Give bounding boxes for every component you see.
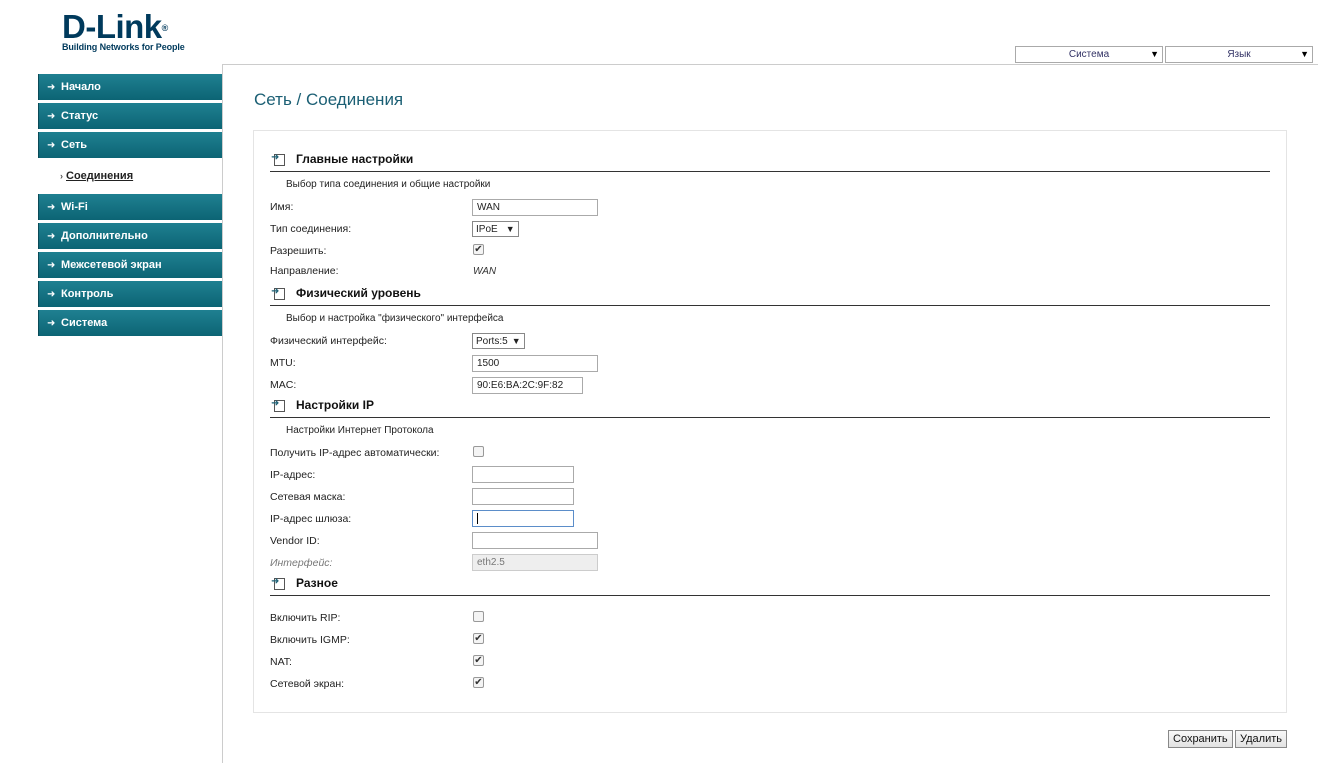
section-title: Настройки IP [296, 398, 374, 412]
bullet-icon: › [60, 171, 63, 181]
arrow-right-icon: ➜ [47, 289, 56, 300]
sidebar-item-label: Контроль [61, 288, 114, 300]
mtu-input[interactable]: 1500 [472, 355, 598, 372]
sidebar-item-label: Начало [61, 81, 101, 93]
rip-label: Включить RIP: [270, 612, 341, 624]
name-input[interactable]: WAN [472, 199, 598, 216]
igmp-label: Включить IGMP: [270, 634, 350, 646]
nat-checkbox[interactable]: ✔ [473, 655, 484, 666]
direction-label: Направление: [270, 265, 339, 277]
section-arrow-icon [271, 576, 285, 590]
firewall-checkbox[interactable]: ✔ [473, 677, 484, 688]
system-select[interactable]: Система ▼ [1015, 46, 1163, 63]
mac-label: MAC: [270, 379, 297, 391]
arrow-right-icon: ➜ [47, 260, 56, 271]
gateway-input[interactable] [472, 510, 574, 527]
arrow-right-icon: ➜ [47, 318, 56, 329]
logo-registered-mark: ® [161, 23, 169, 33]
chevron-down-icon: ▼ [511, 336, 521, 346]
interface-label: Интерфейс: [270, 557, 333, 569]
page-title: Сеть / Соединения [254, 90, 404, 109]
mac-input[interactable]: 90:E6:BA:2C:9F:82 [472, 377, 583, 394]
vendor-id-input[interactable] [472, 532, 598, 549]
sidebar: ➜ Начало ➜ Статус ➜ Сеть › Соединения ➜ Wi-Fi… [38, 74, 222, 339]
section-arrow-icon [271, 286, 285, 300]
sidebar-item-label: Wi-Fi [61, 201, 88, 213]
sidebar-item-network[interactable]: ➜ Сеть [38, 132, 222, 158]
section-desc: Настройки Интернет Протокола [286, 425, 434, 436]
header-divider [222, 64, 1318, 65]
section-arrow-icon [271, 398, 285, 412]
connection-type-value: IPoE [476, 224, 498, 235]
sidebar-item-label: Межсетевой экран [61, 259, 162, 271]
sidebar-item-firewall[interactable]: ➜ Межсетевой экран [38, 252, 222, 278]
mtu-label: MTU: [270, 357, 296, 369]
chevron-down-icon: ▼ [1150, 49, 1159, 59]
system-select-label: Система [1068, 49, 1110, 60]
sidebar-item-label: Статус [61, 110, 99, 122]
section-title: Главные настройки [296, 152, 414, 166]
section-title: Разное [296, 576, 338, 590]
nat-label: NAT: [270, 656, 292, 668]
enable-label: Разрешить: [270, 245, 327, 257]
sidebar-item-system[interactable]: ➜ Система [38, 310, 222, 336]
netmask-input[interactable] [472, 488, 574, 505]
sidebar-item-label: Дополнительно [61, 230, 148, 242]
arrow-right-icon: ➜ [47, 82, 56, 93]
direction-value: WAN [473, 266, 497, 277]
sidebar-item-control[interactable]: ➜ Контроль [38, 281, 222, 307]
enable-checkbox[interactable]: ✔ [473, 244, 484, 255]
section-desc: Выбор типа соединения и общие настройки [286, 179, 491, 190]
language-select[interactable]: Язык ▼ [1165, 46, 1313, 63]
sidebar-divider [222, 64, 223, 763]
ip-address-input[interactable] [472, 466, 574, 483]
arrow-right-icon: ➜ [47, 202, 56, 213]
chevron-down-icon: ▼ [505, 224, 515, 234]
save-button[interactable]: Сохранить [1168, 730, 1233, 748]
phys-iface-select[interactable]: Ports:5 ▼ [472, 333, 525, 349]
arrow-right-icon: ➜ [47, 111, 56, 122]
section-arrow-icon [271, 152, 285, 166]
chevron-down-icon: ▼ [1300, 49, 1309, 59]
section-misc: Разное [270, 575, 1270, 596]
connection-type-select[interactable]: IPoE ▼ [472, 221, 519, 237]
logo-text: D-Link [62, 8, 162, 45]
text-caret [477, 512, 478, 524]
section-ip: Настройки IP [270, 397, 1270, 418]
connection-form-panel: Главные настройки Выбор типа соединения … [253, 130, 1287, 713]
igmp-checkbox[interactable]: ✔ [473, 633, 484, 644]
section-title: Физический уровень [296, 286, 421, 300]
netmask-label: Сетевая маска: [270, 491, 346, 503]
sidebar-item-advanced[interactable]: ➜ Дополнительно [38, 223, 222, 249]
auto-ip-label: Получить IP-адрес автоматически: [270, 447, 440, 459]
auto-ip-checkbox[interactable] [473, 446, 484, 457]
gateway-label: IP-адрес шлюза: [270, 513, 352, 525]
phys-iface-label: Физический интерфейс: [270, 335, 387, 347]
firewall-label: Сетевой экран: [270, 678, 345, 690]
sidebar-item-label: Сеть [61, 139, 88, 151]
language-select-label: Язык [1227, 49, 1251, 60]
sidebar-item-status[interactable]: ➜ Статус [38, 103, 222, 129]
phys-iface-value: Ports:5 [476, 336, 508, 347]
rip-checkbox[interactable] [473, 611, 484, 622]
sidebar-subitem-connections[interactable]: › Соединения [38, 161, 222, 191]
section-physical: Физический уровень [270, 285, 1270, 306]
name-label: Имя: [270, 201, 294, 213]
sidebar-item-home[interactable]: ➜ Начало [38, 74, 222, 100]
delete-button[interactable]: Удалить [1235, 730, 1287, 748]
arrow-right-icon: ➜ [47, 231, 56, 242]
sidebar-item-label: Система [61, 317, 108, 329]
connection-type-label: Тип соединения: [270, 223, 352, 235]
sidebar-subitem-label[interactable]: Соединения [66, 170, 133, 182]
interface-input: eth2.5 [472, 554, 598, 571]
ip-address-label: IP-адрес: [270, 469, 316, 481]
dlink-logo: D-Link® Building Networks for People [62, 10, 185, 52]
arrow-down-icon: ➜ [47, 140, 56, 151]
vendor-id-label: Vendor ID: [270, 535, 320, 547]
logo-tagline: Building Networks for People [62, 42, 185, 52]
section-desc: Выбор и настройка "физического" интерфей… [286, 313, 504, 324]
section-main-settings: Главные настройки [270, 151, 1270, 172]
sidebar-item-wifi[interactable]: ➜ Wi-Fi [38, 194, 222, 220]
